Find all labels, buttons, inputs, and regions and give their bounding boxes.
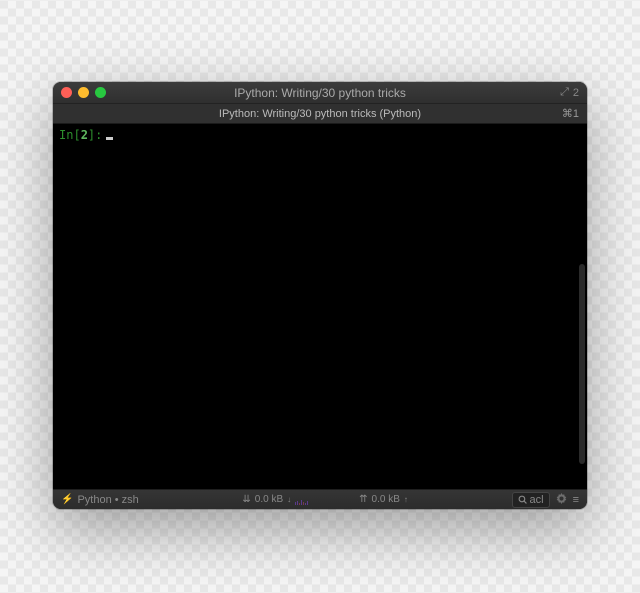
titlebar[interactable]: IPython: Writing/30 python tricks ⤢ 2 (53, 82, 587, 104)
window-title: IPython: Writing/30 python tricks (53, 86, 587, 100)
arrow-down-icon: ↓ (287, 495, 291, 504)
iterm-window: IPython: Writing/30 python tricks ⤢ 2 IP… (53, 82, 587, 509)
status-bar: ⚡ Python • zsh ⇊ 0.0 kB ↓ ⇈ 0.0 kB ↑ (53, 489, 587, 509)
prompt-bracket-close: ]: (88, 128, 102, 142)
prompt-bracket-open: [ (73, 128, 80, 142)
tab-shortcut: ⌘1 (562, 107, 579, 120)
minimize-button[interactable] (78, 87, 89, 98)
status-network: ⇊ 0.0 kB ↓ ⇈ 0.0 kB ↑ (147, 494, 504, 505)
close-button[interactable] (61, 87, 72, 98)
net-down-value: 0.0 kB (255, 494, 283, 505)
prompt-line: In [ 2 ]: (59, 128, 581, 142)
tab-bar: IPython: Writing/30 python tricks (Pytho… (53, 104, 587, 124)
cursor (106, 137, 113, 140)
prompt-in-label: In (59, 128, 73, 142)
menu-icon[interactable]: ≡ (573, 494, 579, 506)
status-session[interactable]: ⚡ Python • zsh (61, 494, 139, 506)
scrollbar[interactable] (579, 264, 585, 464)
arrow-up-icon: ↑ (404, 495, 408, 504)
prompt-number: 2 (81, 128, 88, 142)
maximize-button[interactable] (95, 87, 106, 98)
gear-icon[interactable] (556, 493, 567, 507)
lightning-icon: ⚡ (61, 494, 73, 505)
net-down-icon: ⇊ (242, 494, 250, 505)
session-name: Python • zsh (77, 494, 138, 506)
titlebar-right: ⤢ 2 (560, 86, 579, 99)
expand-icon[interactable]: ⤢ (560, 86, 569, 99)
net-up-icon: ⇈ (359, 494, 367, 505)
tab-active[interactable]: IPython: Writing/30 python tricks (Pytho… (219, 108, 421, 120)
net-up-value: 0.0 kB (372, 494, 400, 505)
terminal-area[interactable]: In [ 2 ]: (53, 124, 587, 489)
traffic-lights (61, 87, 106, 98)
search-value: acl (530, 494, 544, 506)
search-box[interactable]: acl (512, 492, 550, 508)
status-right: acl ≡ (512, 492, 579, 508)
window-badge: 2 (573, 87, 579, 99)
net-graph (295, 495, 355, 505)
search-icon (518, 495, 527, 504)
